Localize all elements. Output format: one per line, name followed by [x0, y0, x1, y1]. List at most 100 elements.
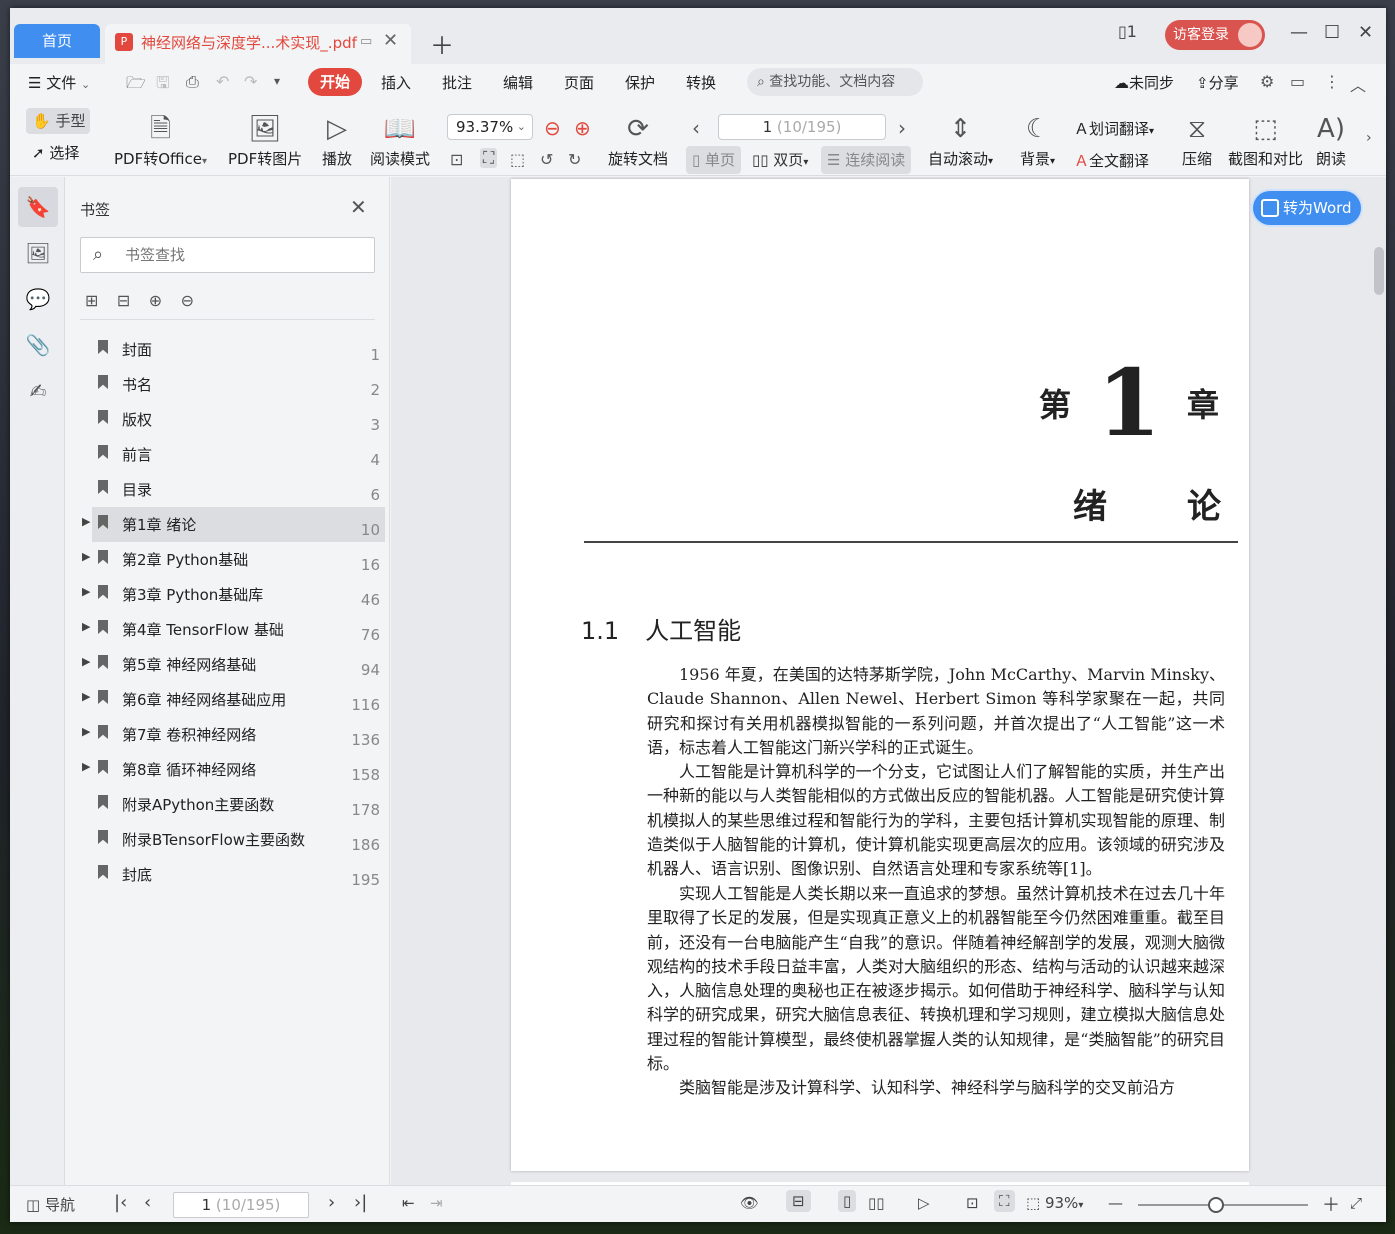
bookmark-item[interactable]: 封面 1 — [80, 332, 385, 367]
next-page-icon[interactable]: › — [898, 116, 906, 140]
attachment-panel-icon[interactable]: 📎 — [18, 325, 58, 365]
bookmark-item[interactable]: ▶ 第1章 绪论 10 — [82, 507, 385, 542]
zoom-menu[interactable]: ⬚ 93%▾ — [1026, 1194, 1083, 1212]
bookmark-item[interactable]: 版权 3 — [80, 402, 385, 437]
rotate-document-button[interactable]: ⟳ 旋转文档 — [608, 114, 668, 169]
new-tab-button[interactable]: ＋ — [430, 26, 454, 61]
thumbnail-panel-icon[interactable]: 🖼 — [18, 233, 58, 273]
pdf-to-office-button[interactable]: 🗎 PDF转Office▾ — [114, 114, 207, 169]
expand-all-icon[interactable]: ⊞ — [85, 291, 98, 310]
zoom-out-icon[interactable]: ⊖ — [544, 116, 561, 140]
tab-document[interactable]: P 神经网络与深度学...术实现_.pdf ▭ ✕ — [105, 24, 411, 64]
nav-toggle-button[interactable]: ◫ 导航 — [26, 1194, 75, 1215]
bookmark-item[interactable]: 目录 6 — [80, 472, 385, 507]
comment-panel-icon[interactable]: 💬 — [18, 279, 58, 319]
prev-page-icon[interactable]: ‹ — [692, 116, 700, 140]
bookmark-item[interactable]: ▶ 第3章 Python基础库 46 — [80, 577, 385, 612]
full-translate-button[interactable]: Ａ全文翻译 — [1074, 150, 1149, 171]
close-tab-icon[interactable]: ✕ — [383, 30, 398, 51]
share-button[interactable]: ⇪分享 — [1196, 72, 1239, 93]
play-button[interactable]: ▷ 播放 — [322, 114, 352, 169]
expand-arrow-icon[interactable]: ▶ — [82, 585, 90, 598]
menu-page[interactable]: 页面 — [564, 72, 594, 93]
menu-comment[interactable]: 批注 — [442, 72, 472, 93]
menu-edit[interactable]: 编辑 — [503, 72, 533, 93]
back-icon[interactable]: ⇤ — [402, 1194, 415, 1212]
scroll-mode-icon[interactable]: ⊟ — [786, 1190, 811, 1212]
settings-icon[interactable]: ⚙ — [1260, 72, 1274, 91]
bookmark-item[interactable]: ▶ 第6章 神经网络基础应用 116 — [80, 682, 385, 717]
bookmark-item[interactable]: ▶ 第8章 循环神经网络 158 — [80, 752, 385, 787]
word-translate-button[interactable]: Ａ划词翻译▾ — [1074, 118, 1154, 139]
sync-status[interactable]: ☁未同步 — [1114, 72, 1174, 93]
expand-arrow-icon[interactable]: ▶ — [82, 620, 90, 633]
fit-page-icon[interactable]: ⛶ — [480, 148, 498, 168]
read-mode-button[interactable]: 📖 阅读模式 — [370, 114, 430, 169]
more-dropdown-icon[interactable]: ▾ — [274, 74, 280, 88]
collapse-all-icon[interactable]: ⊟ — [117, 291, 130, 310]
collapse-ribbon-icon[interactable]: ︿ — [1350, 72, 1366, 96]
convert-to-word-button[interactable]: 转为Word — [1253, 191, 1361, 225]
fullscreen-icon[interactable]: ⤢ — [1350, 1194, 1362, 1212]
bookmark-item[interactable]: ▶ 第2章 Python基础 16 — [80, 542, 385, 577]
bookmark-item[interactable]: ▶ 第5章 神经网络基础 94 — [80, 647, 385, 682]
pin-icon[interactable]: ▭ — [360, 34, 372, 49]
status-page-input[interactable]: 1 (10/195) — [173, 1192, 309, 1218]
actual-size-icon[interactable]: ⊡ — [966, 1194, 979, 1212]
close-window-icon[interactable]: ✕ — [1358, 22, 1373, 43]
menu-start[interactable]: 开始 — [308, 68, 362, 96]
rotate-left-icon[interactable]: ↺ — [540, 150, 553, 169]
minimize-icon[interactable]: — — [1290, 22, 1308, 43]
forward-icon[interactable]: ⇥ — [430, 1194, 443, 1212]
expand-arrow-icon[interactable]: ▶ — [82, 760, 90, 773]
undo-icon[interactable]: ↶ — [216, 72, 229, 91]
more-icon[interactable]: ⋮ — [1324, 72, 1340, 91]
hand-tool-button[interactable]: ✋ 手型 — [26, 108, 90, 134]
save-icon[interactable]: 🖫 — [156, 72, 170, 99]
bookmark-item[interactable]: ▶ 第4章 TensorFlow 基础 76 — [80, 612, 385, 647]
zoom-in-icon[interactable]: ⊕ — [574, 116, 591, 140]
delete-bookmark-icon[interactable]: ⊖ — [181, 291, 194, 310]
continuous-read-button[interactable]: ☰ 连续阅读 — [821, 146, 912, 174]
double-page-button[interactable]: ▯▯ 双页▾ — [746, 146, 814, 174]
double-page-mode-icon[interactable]: ▯▯ — [868, 1194, 885, 1212]
zoom-in-icon[interactable]: ＋ — [1322, 1191, 1340, 1217]
page-number-input[interactable]: 1 (10/195) — [718, 114, 886, 140]
play-icon[interactable]: ▷ — [918, 1194, 930, 1212]
rotate-right-icon[interactable]: ↻ — [568, 150, 581, 169]
signature-panel-icon[interactable]: ✍ — [18, 371, 58, 411]
prev-page-icon[interactable]: ‹ — [144, 1192, 151, 1213]
auto-scroll-button[interactable]: ⇕ 自动滚动▾ — [928, 114, 993, 169]
bookmark-item[interactable]: 封底 195 — [80, 857, 385, 892]
redo-icon[interactable]: ↷ — [244, 72, 257, 91]
first-page-icon[interactable]: |‹ — [114, 1192, 127, 1213]
feature-search[interactable]: ⌕ 查找功能、文档内容 — [747, 68, 923, 96]
expand-arrow-icon[interactable]: ▶ — [82, 655, 90, 668]
bookmark-search[interactable]: ⌕ — [80, 237, 375, 273]
zoom-out-icon[interactable]: — — [1108, 1194, 1123, 1212]
bookmark-item[interactable]: ▶ 第7章 卷积神经网络 136 — [80, 717, 385, 752]
file-menu[interactable]: ☰ 文件 ⌄ — [28, 72, 90, 93]
tab-home[interactable]: 首页 — [14, 24, 100, 58]
single-page-mode-icon[interactable]: ▯ — [838, 1190, 857, 1212]
bookmark-item[interactable]: 附录BTensorFlow主要函数 186 — [80, 822, 385, 857]
select-tool-button[interactable]: ➚ 选择 — [32, 142, 79, 163]
expand-arrow-icon[interactable]: ▶ — [82, 690, 90, 703]
pdf-to-image-button[interactable]: 🖼 PDF转图片 — [228, 114, 302, 169]
bookmark-item[interactable]: 附录APython主要函数 178 — [80, 787, 385, 822]
expand-arrow-icon[interactable]: ▶ — [82, 725, 90, 738]
menu-convert[interactable]: 转换 — [686, 72, 716, 93]
login-button[interactable]: 访客登录 — [1165, 20, 1265, 50]
eye-protection-icon[interactable]: 👁 — [740, 1194, 759, 1212]
menu-insert[interactable]: 插入 — [381, 72, 411, 93]
fit-page-icon[interactable]: ⛶ — [994, 1190, 1015, 1212]
next-page-icon[interactable]: › — [328, 1192, 335, 1213]
vertical-scrollbar[interactable] — [1374, 247, 1384, 295]
close-panel-icon[interactable]: ✕ — [350, 195, 367, 219]
add-bookmark-icon[interactable]: ⊕ — [149, 291, 162, 310]
menu-protect[interactable]: 保护 — [625, 72, 655, 93]
expand-arrow-icon[interactable]: ▶ — [82, 550, 90, 563]
document-viewer[interactable]: 第1章 绪论 1.1 人工智能 1956 年夏，在美国的达特茅斯学院，John M… — [391, 177, 1386, 1192]
expand-arrow-icon[interactable]: ▶ — [82, 515, 90, 528]
zoom-slider-knob[interactable] — [1208, 1197, 1224, 1213]
